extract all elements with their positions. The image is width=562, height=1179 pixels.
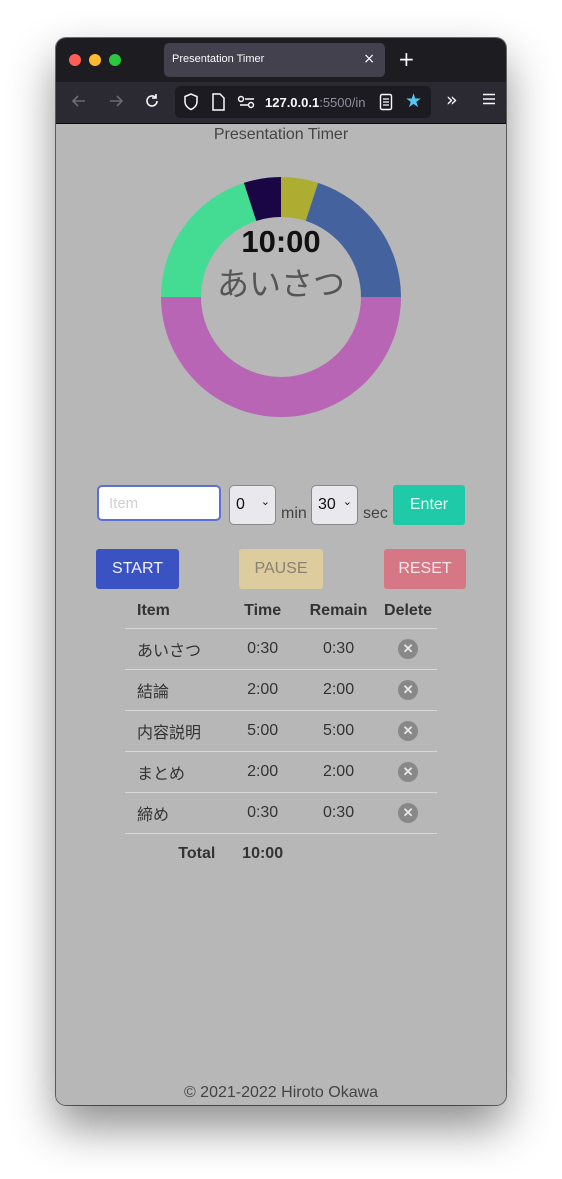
row-remain: 2:00 [297,751,380,793]
row-remain: 0:30 [297,792,380,834]
row-delete-cell: ✕ [379,628,437,670]
row-item: 締め [125,792,228,834]
delete-circle-x-icon[interactable]: ✕ [398,680,419,700]
tab-presentation-timer[interactable]: Presentation Timer × [164,43,385,77]
minutes-value: 0 [236,496,245,513]
row-item: まとめ [125,751,228,793]
table-row: あいさつ 0:30 0:30 ✕ [125,628,437,670]
chevrons-right-icon[interactable]: » [446,91,458,110]
row-time: 5:00 [227,710,298,752]
seconds-unit-label: sec [363,505,388,522]
url-text: 127.0.0.1:5500/in [265,95,365,110]
menu-icon[interactable] [482,92,496,110]
seconds-select[interactable]: 30 ⌄ [311,485,358,525]
chevron-down-icon: ⌄ [342,496,352,508]
row-remain: 5:00 [297,710,380,752]
url-host: 127.0.0.1 [265,95,320,110]
minutes-select[interactable]: 0 ⌄ [229,485,276,525]
total-remain-empty [297,833,380,874]
reader-view-icon[interactable] [379,93,393,115]
tab-title: Presentation Timer [172,53,265,65]
row-item: 結論 [125,669,228,711]
start-button[interactable]: START [96,549,179,589]
column-header-time: Time [244,602,282,619]
item-input[interactable] [97,485,221,521]
pause-button[interactable]: PAUSE [239,549,323,589]
enter-button[interactable]: Enter [393,485,465,525]
items-table: Item Time Remain Delete あいさつ 0:30 0:30 ✕… [125,594,437,874]
total-label: Total [125,833,228,874]
row-delete-cell: ✕ [379,751,437,793]
row-time: 0:30 [227,792,298,834]
shield-icon[interactable] [183,93,199,115]
row-delete-cell: ✕ [379,669,437,711]
new-tab-button[interactable]: + [398,48,415,70]
page-icon[interactable] [211,93,225,115]
donut-slice-3 [161,297,401,417]
url-bar[interactable]: 127.0.0.1:5500/in ★ [175,86,431,118]
total-time: 10:00 [227,833,298,874]
forward-arrow-icon[interactable] [108,93,124,113]
table-row: 締め 0:30 0:30 ✕ [125,792,437,834]
timer-display: 10:00 [241,224,321,259]
row-remain: 0:30 [297,628,380,670]
delete-circle-x-icon[interactable]: ✕ [398,762,419,782]
current-item-label: あいさつ [216,265,345,303]
nav-toolbar: 127.0.0.1:5500/in ★ » [56,82,506,124]
total-row: Total 10:00 [125,833,437,874]
delete-circle-x-icon[interactable]: ✕ [398,639,419,659]
chevron-down-icon: ⌄ [260,496,270,508]
minimize-window-button[interactable] [89,54,101,66]
footer-copyright: © 2021-2022 Hiroto Okawa [183,1084,379,1101]
delete-circle-x-icon[interactable]: ✕ [398,721,419,741]
tab-close-icon[interactable]: × [363,50,375,68]
tab-bar: Presentation Timer × + [56,38,506,82]
reset-button[interactable]: RESET [384,549,466,589]
row-item: あいさつ [125,628,228,670]
table-row: 結論 2:00 2:00 ✕ [125,669,437,711]
zoom-window-button[interactable] [109,54,121,66]
row-time: 2:00 [227,751,298,793]
column-header-delete: Delete [384,602,433,619]
row-time: 0:30 [227,628,298,670]
seconds-value: 30 [318,496,336,513]
row-delete-cell: ✕ [379,792,437,834]
site-permissions-icon[interactable] [237,94,255,114]
close-window-button[interactable] [69,54,81,66]
back-arrow-icon[interactable] [71,93,87,113]
table-row: 内容説明 5:00 5:00 ✕ [125,710,437,752]
url-path: :5500/in [319,95,366,110]
row-item: 内容説明 [125,710,228,752]
page-title: Presentation Timer [213,126,349,143]
row-time: 2:00 [227,669,298,711]
column-header-remain: Remain [309,602,368,619]
total-delete-empty [379,833,437,874]
delete-circle-x-icon[interactable]: ✕ [398,803,419,823]
minutes-unit-label: min [281,505,307,522]
bookmark-star-icon[interactable]: ★ [405,92,422,111]
row-delete-cell: ✕ [379,710,437,752]
table-header-row: Item Time Remain Delete [125,594,437,629]
column-header-item: Item [137,602,170,619]
browser-window: Presentation Timer × + 127.0.0.1:5500/in [56,38,506,1105]
table-row: まとめ 2:00 2:00 ✕ [125,751,437,793]
row-remain: 2:00 [297,669,380,711]
reload-icon[interactable] [144,93,160,113]
page-content: Presentation Timer 10:00 あいさつ 0 ⌄ min 30… [56,124,506,1105]
